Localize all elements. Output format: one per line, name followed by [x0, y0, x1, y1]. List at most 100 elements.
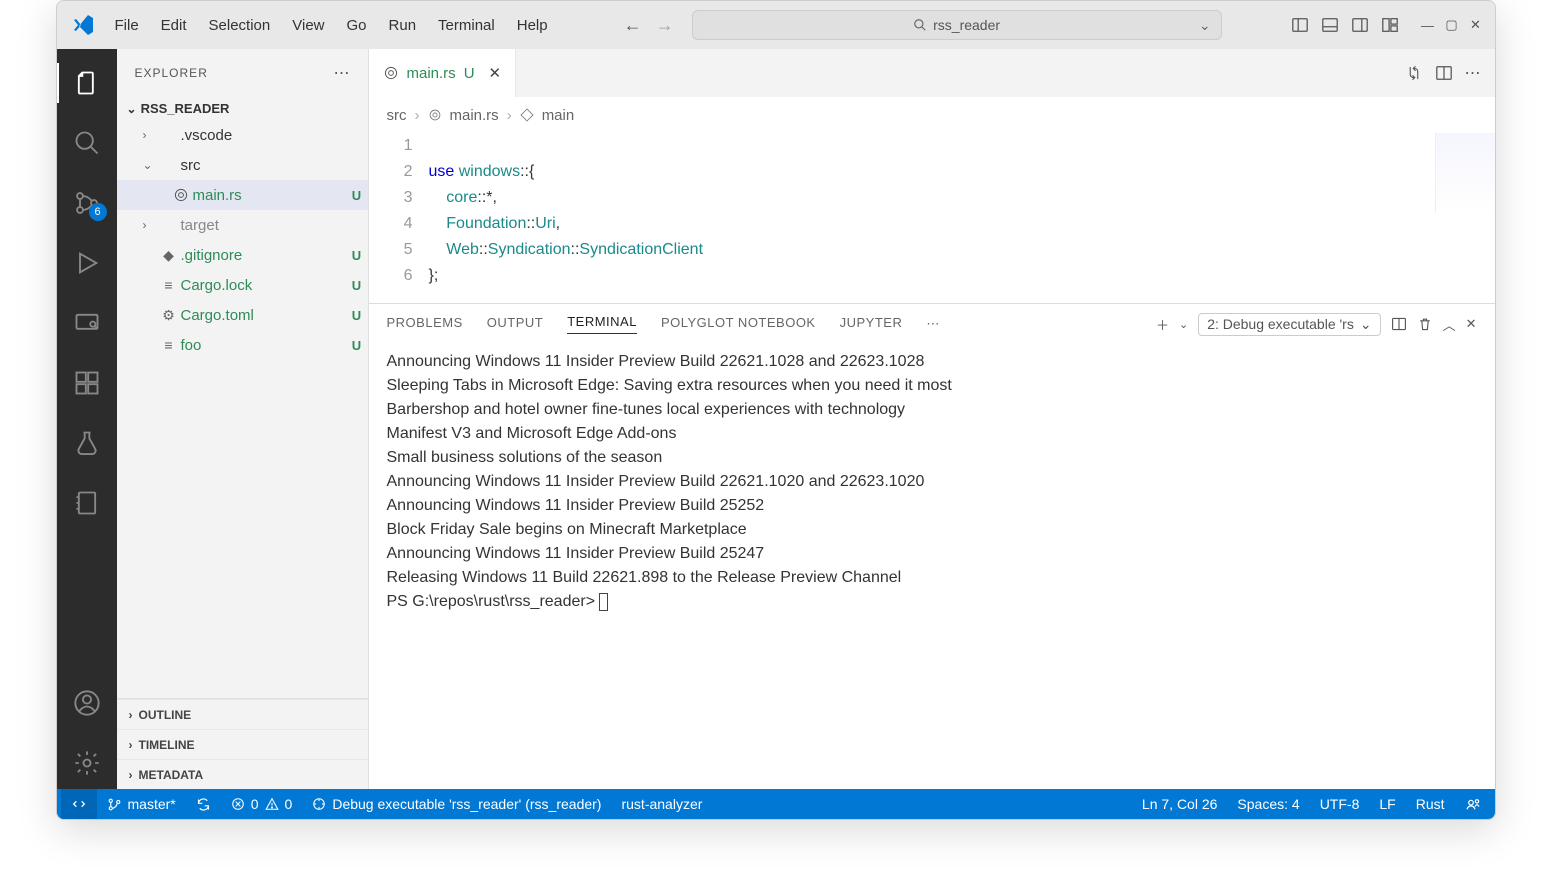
tree-root[interactable]: ⌄RSS_READER — [117, 97, 368, 120]
window-minimize-icon[interactable]: — — [1417, 14, 1439, 36]
window-maximize-icon[interactable]: ▢ — [1441, 14, 1463, 36]
layout-sidebar-right-icon[interactable] — [1349, 14, 1371, 36]
compare-changes-icon[interactable] — [1405, 64, 1423, 82]
status-position[interactable]: Ln 7, Col 26 — [1132, 789, 1228, 819]
menu-selection[interactable]: Selection — [199, 13, 281, 38]
tree-file-cargo-toml[interactable]: ⚙ Cargo.toml U — [117, 300, 368, 330]
explorer-more-icon[interactable]: ⋯ — [334, 63, 350, 83]
activity-extensions-icon[interactable] — [57, 357, 117, 409]
breadcrumb[interactable]: src › main.rs › main — [369, 97, 1495, 133]
panel-tab-terminal[interactable]: TERMINAL — [567, 314, 637, 334]
menu-help[interactable]: Help — [507, 13, 558, 38]
file-icon: ≡ — [159, 277, 179, 293]
section-outline[interactable]: ›OUTLINE — [117, 699, 368, 729]
activity-testing-icon[interactable] — [57, 417, 117, 469]
crumb-src[interactable]: src — [387, 107, 407, 124]
titlebar-right: — ▢ ✕ — [1289, 14, 1487, 36]
status-feedback-icon[interactable] — [1455, 789, 1491, 819]
terminal-line: Block Friday Sale begins on Minecraft Ma… — [387, 518, 1477, 542]
chevron-down-icon[interactable]: ⌄ — [1199, 17, 1211, 34]
close-icon[interactable]: ✕ — [489, 64, 502, 82]
status-bar: master* 0 0 Debug executable 'rss_reader… — [57, 789, 1495, 819]
menu-run[interactable]: Run — [379, 13, 427, 38]
window-close-icon[interactable]: ✕ — [1465, 14, 1487, 36]
tree-file-gitignore[interactable]: ◆ .gitignore U — [117, 240, 368, 270]
code-editor[interactable]: 123 456 use windows::{ core::*, Foundati… — [369, 133, 1495, 303]
tree-folder-src[interactable]: ⌄ src — [117, 150, 368, 180]
search-icon — [913, 18, 927, 32]
terminal-selector[interactable]: 2: Debug executable 'rs⌄ — [1198, 313, 1380, 336]
panel-tab-problems[interactable]: PROBLEMS — [387, 315, 463, 334]
file-tree: ⌄RSS_READER › .vscode ⌄ src main.rs U — [117, 97, 368, 698]
command-center[interactable]: rss_reader ⌄ — [692, 10, 1222, 40]
split-editor-icon[interactable] — [1435, 64, 1453, 82]
split-terminal-icon[interactable] — [1391, 316, 1407, 332]
panel-tab-polyglot[interactable]: POLYGLOT NOTEBOOK — [661, 315, 816, 334]
menu-view[interactable]: View — [282, 13, 334, 38]
terminal-output[interactable]: Announcing Windows 11 Insider Preview Bu… — [369, 344, 1495, 789]
gear-file-icon: ⚙ — [159, 307, 179, 324]
rust-file-icon — [171, 187, 191, 203]
activity-account-icon[interactable] — [57, 677, 117, 729]
activity-remote-icon[interactable] — [57, 297, 117, 349]
tree-folder-vscode[interactable]: › .vscode — [117, 120, 368, 150]
rust-file-icon — [428, 108, 442, 122]
activity-bar: 6 — [57, 49, 117, 789]
status-branch[interactable]: master* — [97, 789, 186, 819]
activity-explorer-icon[interactable] — [57, 57, 117, 109]
tree-file-foo[interactable]: ≡ foo U — [117, 330, 368, 360]
remote-indicator[interactable] — [61, 789, 97, 819]
tab-main-rs[interactable]: main.rs U ✕ — [369, 49, 517, 97]
panel-tab-jupyter[interactable]: JUPYTER — [840, 315, 903, 334]
status-debug-target[interactable]: Debug executable 'rss_reader' (rss_reade… — [302, 789, 611, 819]
terminal-cursor — [599, 593, 608, 611]
chevron-down-icon[interactable]: ⌄ — [1179, 318, 1188, 331]
status-eol[interactable]: LF — [1369, 789, 1405, 819]
menu-edit[interactable]: Edit — [151, 13, 197, 38]
nav-back-icon[interactable]: ← — [622, 15, 644, 36]
terminal-line: Announcing Windows 11 Insider Preview Bu… — [387, 470, 1477, 494]
tab-status: U — [464, 65, 475, 82]
layout-panel-icon[interactable] — [1319, 14, 1341, 36]
git-file-icon: ◆ — [159, 247, 179, 264]
new-terminal-icon[interactable]: ＋ — [1156, 315, 1169, 334]
trash-icon[interactable] — [1417, 316, 1433, 332]
section-metadata[interactable]: ›METADATA — [117, 759, 368, 789]
status-problems[interactable]: 0 0 — [221, 789, 303, 819]
terminal-line: Small business solutions of the season — [387, 446, 1477, 470]
activity-debug-icon[interactable] — [57, 237, 117, 289]
status-rust-analyzer[interactable]: rust-analyzer — [611, 789, 712, 819]
activity-notebook-icon[interactable] — [57, 477, 117, 529]
minimap[interactable] — [1435, 133, 1495, 213]
section-timeline[interactable]: ›TIMELINE — [117, 729, 368, 759]
crumb-symbol[interactable]: main — [542, 107, 575, 124]
crumb-file[interactable]: main.rs — [450, 107, 499, 124]
menu-terminal[interactable]: Terminal — [428, 13, 505, 38]
activity-search-icon[interactable] — [57, 117, 117, 169]
panel-tab-output[interactable]: OUTPUT — [487, 315, 543, 334]
status-language[interactable]: Rust — [1406, 789, 1455, 819]
panel-more-icon[interactable]: ⋯ — [926, 316, 939, 332]
more-actions-icon[interactable]: ⋯ — [1465, 63, 1481, 83]
layout-customize-icon[interactable] — [1379, 14, 1401, 36]
menu-go[interactable]: Go — [337, 13, 377, 38]
file-icon: ≡ — [159, 337, 179, 353]
explorer-title: EXPLORER — [135, 66, 208, 80]
tree-file-main-rs[interactable]: main.rs U — [117, 180, 368, 210]
code-content[interactable]: use windows::{ core::*, Foundation::Uri,… — [429, 133, 1495, 303]
close-panel-icon[interactable]: ✕ — [1466, 316, 1477, 332]
activity-scm-icon[interactable]: 6 — [57, 177, 117, 229]
layout-sidebar-left-icon[interactable] — [1289, 14, 1311, 36]
status-sync[interactable] — [186, 789, 221, 819]
sidebar-sections: ›OUTLINE ›TIMELINE ›METADATA — [117, 698, 368, 789]
nav-forward-icon[interactable]: → — [654, 15, 676, 36]
activity-settings-icon[interactable] — [57, 737, 117, 789]
tree-file-cargo-lock[interactable]: ≡ Cargo.lock U — [117, 270, 368, 300]
vscode-logo-icon — [65, 13, 101, 37]
maximize-panel-icon[interactable]: ︿ — [1443, 315, 1456, 334]
tree-folder-target[interactable]: › target — [117, 210, 368, 240]
terminal-line: Announcing Windows 11 Insider Preview Bu… — [387, 542, 1477, 566]
menu-file[interactable]: File — [105, 13, 149, 38]
status-encoding[interactable]: UTF-8 — [1310, 789, 1370, 819]
status-spaces[interactable]: Spaces: 4 — [1227, 789, 1309, 819]
